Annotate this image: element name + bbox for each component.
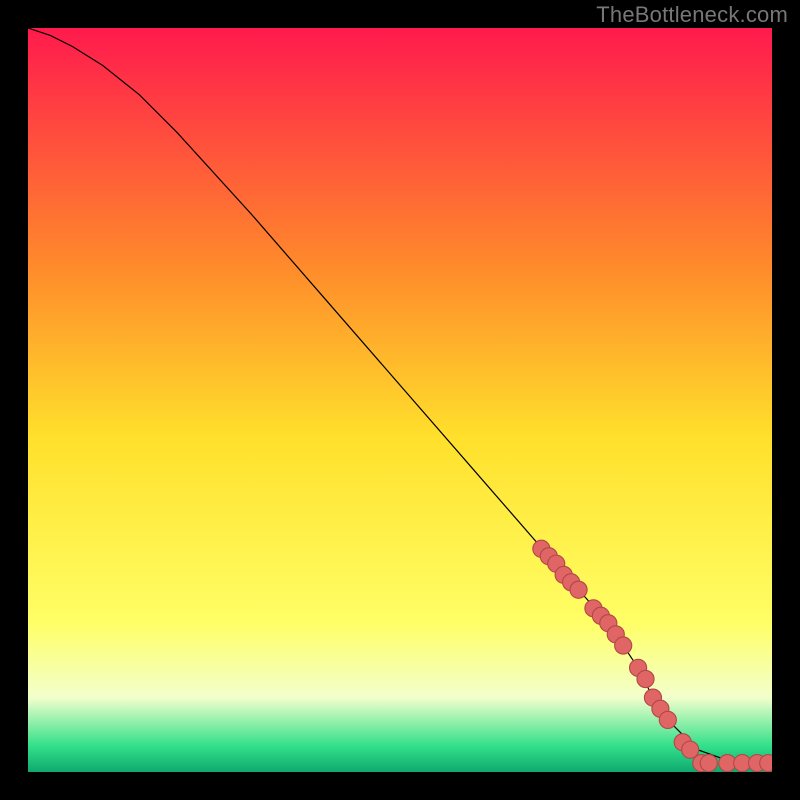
gradient-background [28, 28, 772, 772]
chart-stage: TheBottleneck.com [0, 0, 800, 800]
data-marker [659, 711, 676, 728]
watermark-text: TheBottleneck.com [596, 2, 788, 28]
data-marker [637, 670, 654, 687]
data-marker [570, 581, 587, 598]
plot-area [28, 28, 772, 772]
data-marker [760, 755, 772, 772]
data-marker [615, 637, 632, 654]
chart-svg [28, 28, 772, 772]
data-marker [700, 755, 717, 772]
